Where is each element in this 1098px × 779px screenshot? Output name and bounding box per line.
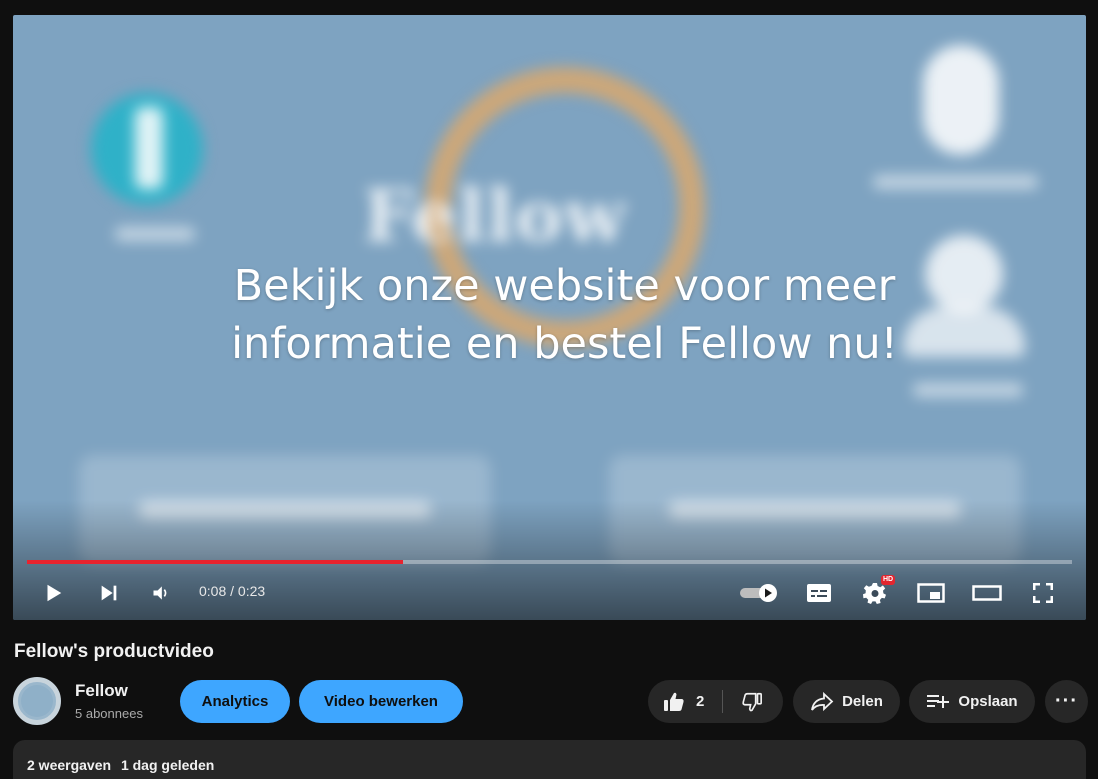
overlay-line-2: informatie en bestel Fellow nu! <box>231 319 898 369</box>
miniplayer-button[interactable] <box>915 577 947 609</box>
blurred-label <box>115 227 195 241</box>
share-label: Delen <box>842 693 883 710</box>
fullscreen-icon <box>1033 583 1053 603</box>
share-button[interactable]: Delen <box>793 680 900 723</box>
play-button[interactable] <box>37 577 69 609</box>
player-controls: 0:08 / 0:23 HD <box>13 573 1086 613</box>
progress-bar-played <box>27 560 404 564</box>
edit-video-button[interactable]: Video bewerken <box>299 680 463 723</box>
save-label: Opslaan <box>958 693 1018 710</box>
blurred-label <box>913 383 1023 397</box>
like-divider <box>722 690 723 713</box>
video-overlay-caption: Bekijk onze website voor meer informatie… <box>13 257 1086 373</box>
playlist-add-icon <box>927 694 950 708</box>
blurred-brand-text: Fellow <box>363 173 627 258</box>
like-button[interactable]: 2 <box>648 680 720 723</box>
hd-badge: HD <box>881 575 896 585</box>
time-display: 0:08 / 0:23 <box>199 583 266 599</box>
subtitles-icon <box>807 584 831 602</box>
next-icon <box>101 585 117 601</box>
next-button[interactable] <box>93 577 125 609</box>
video-player[interactable]: Fellow Bekijk onze website voor meer inf… <box>13 15 1086 620</box>
video-title: Fellow's productvideo <box>14 641 214 662</box>
autoplay-toggle[interactable] <box>737 577 781 609</box>
channel-avatar[interactable] <box>13 677 61 725</box>
thumbs-down-icon <box>742 692 762 711</box>
blurred-mic-shape <box>923 45 999 155</box>
theater-mode-button[interactable] <box>971 577 1003 609</box>
thumbs-up-icon <box>664 692 684 711</box>
channel-name[interactable]: Fellow <box>75 681 128 701</box>
overlay-line-1: Bekijk onze website voor meer <box>233 261 896 311</box>
description-box[interactable]: 2 weergaven 1 dag geleden <box>13 740 1086 779</box>
share-icon <box>811 691 834 711</box>
autoplay-toggle-icon <box>740 584 777 602</box>
progress-bar[interactable] <box>27 560 1072 564</box>
volume-button[interactable] <box>145 577 177 609</box>
theater-icon <box>972 585 1002 601</box>
play-icon <box>47 584 62 602</box>
fullscreen-button[interactable] <box>1027 577 1059 609</box>
blurred-label <box>873 175 1038 189</box>
upload-date: 1 dag geleden <box>120 757 215 773</box>
subscriber-count: 5 abonnees <box>75 706 143 721</box>
more-actions-button[interactable]: ··· <box>1045 680 1088 723</box>
view-count: 2 weergaven <box>27 757 112 773</box>
subtitles-button[interactable] <box>803 577 835 609</box>
analytics-button[interactable]: Analytics <box>180 680 290 723</box>
miniplayer-icon <box>917 583 945 603</box>
like-dislike-group: 2 <box>648 680 783 723</box>
like-count: 2 <box>696 693 705 710</box>
dislike-button[interactable] <box>724 680 780 723</box>
volume-icon <box>153 586 167 600</box>
blurred-logo-circle <box>91 93 203 205</box>
save-button[interactable]: Opslaan <box>909 680 1035 723</box>
